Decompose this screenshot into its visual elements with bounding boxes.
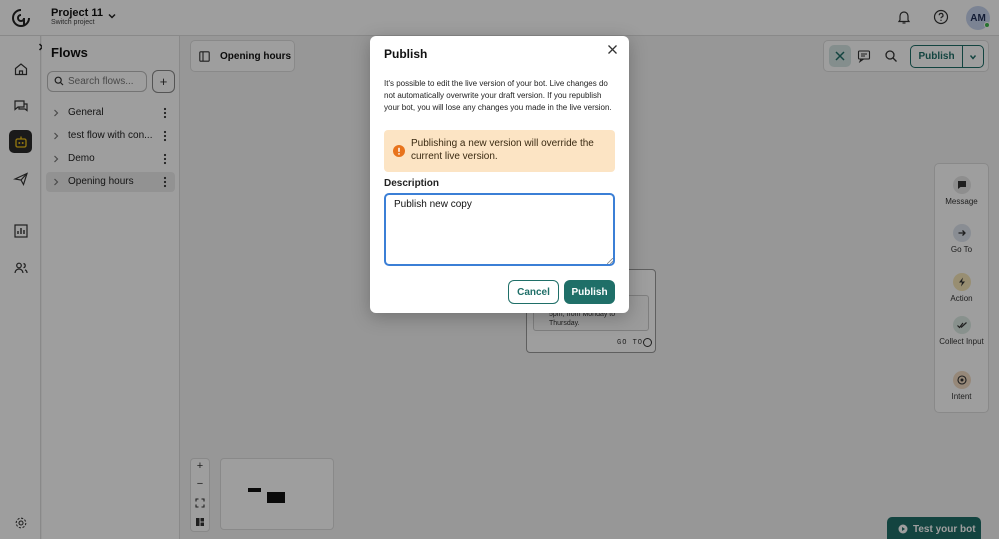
cancel-button[interactable]: Cancel	[508, 280, 559, 304]
close-icon[interactable]	[607, 44, 618, 55]
dialog-title: Publish	[384, 47, 428, 61]
warning-text: Publishing a new version will override t…	[411, 138, 594, 162]
warning-icon	[393, 145, 405, 157]
description-textarea[interactable]: Publish new copy	[384, 193, 615, 266]
dialog-body-text: It's possible to edit the live version o…	[384, 79, 612, 112]
publish-button[interactable]: Publish	[564, 280, 615, 304]
resize-grip-icon[interactable]	[607, 258, 613, 264]
description-label: Description	[384, 178, 440, 189]
